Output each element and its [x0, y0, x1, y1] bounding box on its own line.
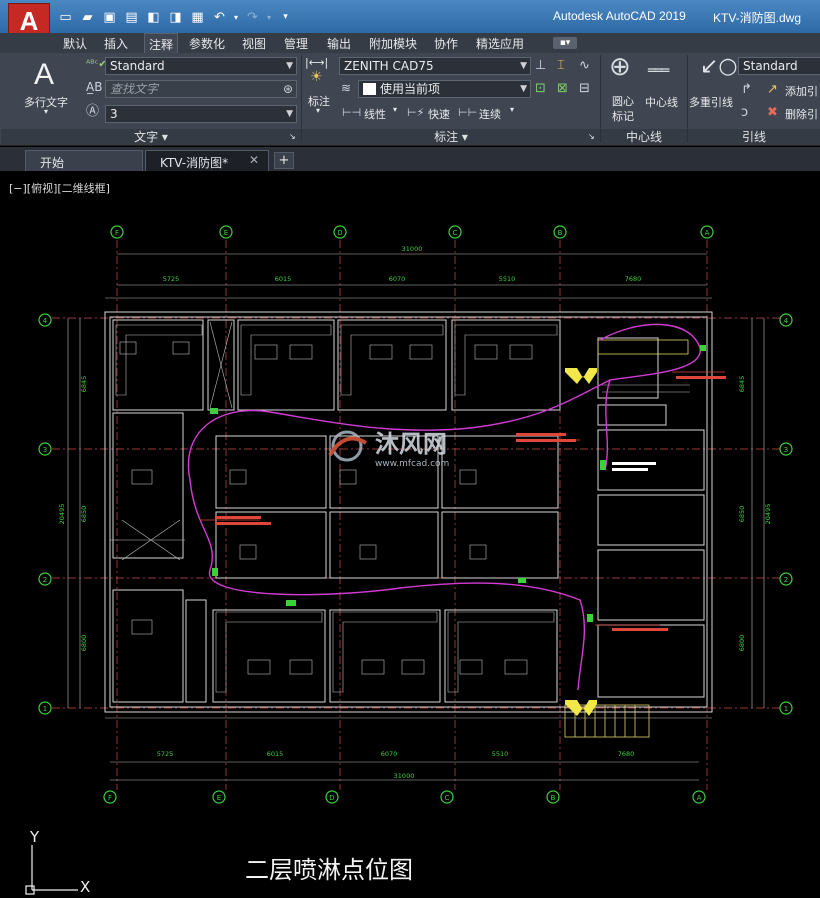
- dim-left: 6800: [80, 635, 88, 652]
- ucs-x-label: X: [80, 878, 91, 896]
- dim-left: 6845: [80, 376, 88, 393]
- grid-label: D: [329, 794, 334, 802]
- floor-plan-drawing[interactable]: F E D C B A F E D C B A 4 3 2 1 4 3 2 1: [0, 0, 820, 898]
- grid-label: 1: [784, 705, 788, 713]
- drawing-title: 二层喷淋点位图: [245, 856, 413, 884]
- grid-label: B: [558, 229, 563, 237]
- dim-bottom: 7680: [618, 750, 635, 758]
- grid-label: F: [108, 794, 112, 802]
- grid-label: E: [224, 229, 228, 237]
- dim-top: 5725: [163, 275, 180, 283]
- dim-bottom: 6070: [381, 750, 398, 758]
- grid-label: 2: [43, 576, 47, 584]
- dim-bottom: 6015: [267, 750, 284, 758]
- grid-label: A: [705, 229, 710, 237]
- valve-markers: [210, 345, 706, 622]
- stairs: [564, 339, 689, 738]
- watermark-url: www.mfcad.com: [375, 459, 449, 469]
- grid-label: F: [115, 229, 119, 237]
- grid-label: C: [445, 794, 450, 802]
- dim-top: 6070: [389, 275, 406, 283]
- sprinkler-pipe: [187, 323, 701, 691]
- grid-label: C: [453, 229, 458, 237]
- fixtures: [110, 321, 690, 693]
- grid-label: 1: [43, 705, 47, 713]
- dim-left: 6850: [80, 506, 88, 523]
- grid-label: B: [551, 794, 556, 802]
- grid-label: 4: [784, 317, 789, 325]
- grid-label: A: [697, 794, 702, 802]
- note-text-blocks: [612, 462, 656, 471]
- dim-right: 6845: [738, 376, 746, 393]
- dim-right: 6850: [738, 506, 746, 523]
- dimension-lines: [67, 253, 765, 781]
- dim-right: 6800: [738, 635, 746, 652]
- grid-label: D: [337, 229, 342, 237]
- ucs-y-label: Y: [30, 828, 40, 846]
- grid-label: 3: [43, 446, 47, 454]
- grid-label: 3: [784, 446, 788, 454]
- dim-bottom: 5510: [492, 750, 509, 758]
- dim-top: 7680: [625, 275, 642, 283]
- dim-top: 6015: [275, 275, 292, 283]
- dim-bottom: 5725: [157, 750, 174, 758]
- grid-bubble-labels: F E D C B A F E D C B A 4 3 2 1 4 3 2 1: [43, 229, 789, 802]
- dim-left-total: 20495: [58, 504, 66, 525]
- ucs-icon: [25, 845, 78, 895]
- watermark-cn: 沐风网: [375, 430, 447, 458]
- dim-total-top: 31000: [402, 245, 423, 253]
- grid-label: 4: [43, 317, 48, 325]
- grid-label: E: [217, 794, 221, 802]
- autocad-window: A ▭ ▰ ▣ ▤ ◧ ◨ ▦ ↶ ▾ ↷ ▾ ▾ Autodesk AutoC…: [0, 0, 820, 898]
- dim-top: 5510: [499, 275, 516, 283]
- dim-total-bottom: 31000: [394, 772, 415, 780]
- annotation-text-blocks: [215, 376, 726, 631]
- walls: [104, 311, 713, 713]
- dim-right-total: 20495: [764, 504, 772, 525]
- grid-label: 2: [784, 576, 788, 584]
